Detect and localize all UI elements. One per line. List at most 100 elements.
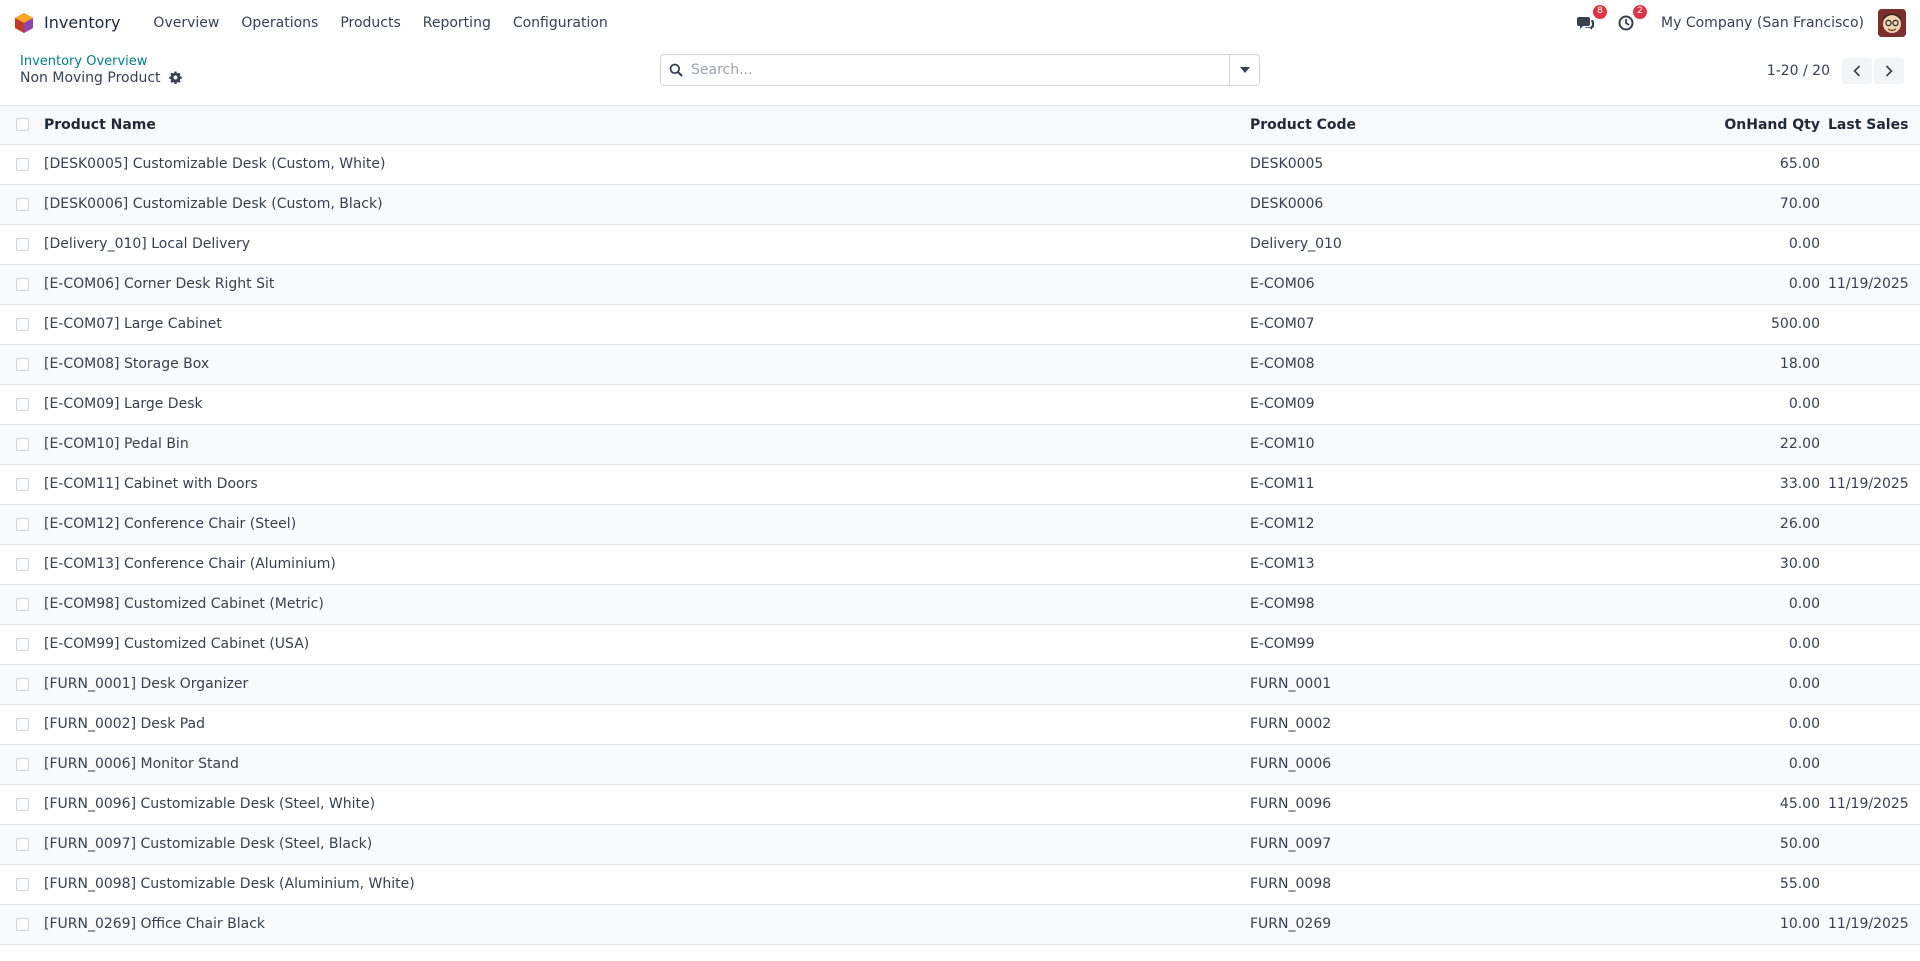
activities-button[interactable]: 2	[1615, 4, 1648, 34]
product-name-cell[interactable]: [E-COM13] Conference Chair (Aluminium)	[44, 544, 1250, 584]
row-checkbox[interactable]	[16, 357, 29, 371]
table-row[interactable]: [E-COM07] Large Cabinet E-COM07 500.00	[0, 304, 1920, 344]
table-row[interactable]: [FURN_0097] Customizable Desk (Steel, Bl…	[0, 824, 1920, 864]
table-row[interactable]: [E-COM99] Customized Cabinet (USA) E-COM9…	[0, 624, 1920, 664]
menu-reporting[interactable]: Reporting	[412, 15, 502, 31]
row-checkbox[interactable]	[16, 637, 29, 651]
onhand-qty-cell[interactable]: 30.00	[1630, 544, 1828, 584]
product-name-cell[interactable]: [E-COM06] Corner Desk Right Sit	[44, 264, 1250, 304]
product-name-cell[interactable]: [E-COM09] Large Desk	[44, 384, 1250, 424]
header-onhand-qty[interactable]: OnHand Qty	[1630, 106, 1828, 144]
row-checkbox[interactable]	[16, 917, 29, 931]
row-checkbox[interactable]	[16, 157, 29, 171]
table-row[interactable]: [E-COM13] Conference Chair (Aluminium) E-…	[0, 544, 1920, 584]
onhand-qty-cell[interactable]: 26.00	[1630, 504, 1828, 544]
onhand-qty-cell[interactable]: 0.00	[1630, 624, 1828, 664]
row-checkbox[interactable]	[16, 797, 29, 811]
product-code-cell[interactable]: DESK0006	[1250, 184, 1630, 224]
product-code-cell[interactable]: E-COM06	[1250, 264, 1630, 304]
last-sales-cell[interactable]	[1828, 584, 1920, 624]
table-row[interactable]: [E-COM11] Cabinet with Doors E-COM11 33.00…	[0, 464, 1920, 504]
row-checkbox[interactable]	[16, 277, 29, 291]
table-row[interactable]: [E-COM06] Corner Desk Right Sit E-COM06 0.…	[0, 264, 1920, 304]
table-row[interactable]: [E-COM10] Pedal Bin E-COM10 22.00	[0, 424, 1920, 464]
onhand-qty-cell[interactable]: 18.00	[1630, 344, 1828, 384]
gear-icon[interactable]	[168, 71, 183, 85]
row-checkbox[interactable]	[16, 677, 29, 691]
product-name-cell[interactable]: [E-COM12] Conference Chair (Steel)	[44, 504, 1250, 544]
last-sales-cell[interactable]	[1828, 504, 1920, 544]
company-switcher[interactable]: My Company (San Francisco)	[1661, 15, 1864, 31]
pager-previous-button[interactable]	[1842, 58, 1872, 84]
product-code-cell[interactable]: E-COM98	[1250, 584, 1630, 624]
last-sales-cell[interactable]	[1828, 624, 1920, 664]
product-code-cell[interactable]: E-COM12	[1250, 504, 1630, 544]
product-name-cell[interactable]: [E-COM11] Cabinet with Doors	[44, 464, 1250, 504]
row-checkbox[interactable]	[16, 237, 29, 251]
table-row[interactable]: [E-COM12] Conference Chair (Steel) E-COM1…	[0, 504, 1920, 544]
onhand-qty-cell[interactable]: 0.00	[1630, 224, 1828, 264]
product-code-cell[interactable]: E-COM11	[1250, 464, 1630, 504]
app-name[interactable]: Inventory	[44, 13, 120, 32]
row-checkbox[interactable]	[16, 597, 29, 611]
table-row[interactable]: [FURN_0002] Desk Pad FURN_0002 0.00	[0, 704, 1920, 744]
product-name-cell[interactable]: [FURN_0269] Office Chair Black	[44, 904, 1250, 944]
row-checkbox[interactable]	[16, 717, 29, 731]
table-row[interactable]: [E-COM08] Storage Box E-COM08 18.00	[0, 344, 1920, 384]
onhand-qty-cell[interactable]: 33.00	[1630, 464, 1828, 504]
product-name-cell[interactable]: [Delivery_010] Local Delivery	[44, 224, 1250, 264]
product-name-cell[interactable]: [E-COM08] Storage Box	[44, 344, 1250, 384]
table-row[interactable]: [E-COM98] Customized Cabinet (Metric) E-C…	[0, 584, 1920, 624]
last-sales-cell[interactable]	[1828, 184, 1920, 224]
search-input[interactable]	[691, 55, 1229, 85]
product-code-cell[interactable]: FURN_0098	[1250, 864, 1630, 904]
last-sales-cell[interactable]: 11/19/2025	[1828, 464, 1920, 504]
onhand-qty-cell[interactable]: 0.00	[1630, 664, 1828, 704]
table-row[interactable]: [FURN_0096] Customizable Desk (Steel, Wh…	[0, 784, 1920, 824]
onhand-qty-cell[interactable]: 65.00	[1630, 144, 1828, 184]
product-code-cell[interactable]: FURN_0002	[1250, 704, 1630, 744]
row-checkbox[interactable]	[16, 757, 29, 771]
search-options-toggle[interactable]	[1229, 55, 1259, 85]
product-name-cell[interactable]: [FURN_0096] Customizable Desk (Steel, Wh…	[44, 784, 1250, 824]
menu-operations[interactable]: Operations	[230, 15, 329, 31]
breadcrumb-inventory-overview[interactable]: Inventory Overview	[20, 54, 183, 69]
last-sales-cell[interactable]	[1828, 544, 1920, 584]
messages-button[interactable]: 8	[1575, 4, 1608, 34]
row-checkbox[interactable]	[16, 837, 29, 851]
last-sales-cell[interactable]: 11/19/2025	[1828, 784, 1920, 824]
pager-value[interactable]: 1-20 / 20	[1767, 63, 1830, 79]
onhand-qty-cell[interactable]: 0.00	[1630, 704, 1828, 744]
product-name-cell[interactable]: [E-COM98] Customized Cabinet (Metric)	[44, 584, 1250, 624]
select-all-checkbox[interactable]	[16, 118, 29, 132]
product-name-cell[interactable]: [E-COM07] Large Cabinet	[44, 304, 1250, 344]
onhand-qty-cell[interactable]: 22.00	[1630, 424, 1828, 464]
last-sales-cell[interactable]: 11/19/2025	[1828, 904, 1920, 944]
product-name-cell[interactable]: [E-COM10] Pedal Bin	[44, 424, 1250, 464]
last-sales-cell[interactable]	[1828, 224, 1920, 264]
onhand-qty-cell[interactable]: 500.00	[1630, 304, 1828, 344]
row-checkbox[interactable]	[16, 437, 29, 451]
pager-next-button[interactable]	[1874, 58, 1904, 84]
table-row[interactable]: [FURN_0098] Customizable Desk (Aluminium…	[0, 864, 1920, 904]
table-row[interactable]: [FURN_0006] Monitor Stand FURN_0006 0.00	[0, 744, 1920, 784]
product-name-cell[interactable]: [FURN_0097] Customizable Desk (Steel, Bl…	[44, 824, 1250, 864]
last-sales-cell[interactable]	[1828, 384, 1920, 424]
product-code-cell[interactable]: E-COM10	[1250, 424, 1630, 464]
onhand-qty-cell[interactable]: 0.00	[1630, 384, 1828, 424]
row-checkbox[interactable]	[16, 477, 29, 491]
last-sales-cell[interactable]	[1828, 304, 1920, 344]
last-sales-cell[interactable]	[1828, 144, 1920, 184]
last-sales-cell[interactable]	[1828, 824, 1920, 864]
onhand-qty-cell[interactable]: 50.00	[1630, 824, 1828, 864]
onhand-qty-cell[interactable]: 0.00	[1630, 264, 1828, 304]
product-name-cell[interactable]: [DESK0005] Customizable Desk (Custom, Wh…	[44, 144, 1250, 184]
product-code-cell[interactable]: E-COM07	[1250, 304, 1630, 344]
product-code-cell[interactable]: Delivery_010	[1250, 224, 1630, 264]
onhand-qty-cell[interactable]: 55.00	[1630, 864, 1828, 904]
product-name-cell[interactable]: [DESK0006] Customizable Desk (Custom, Bl…	[44, 184, 1250, 224]
product-name-cell[interactable]: [FURN_0006] Monitor Stand	[44, 744, 1250, 784]
product-code-cell[interactable]: FURN_0096	[1250, 784, 1630, 824]
last-sales-cell[interactable]	[1828, 744, 1920, 784]
onhand-qty-cell[interactable]: 70.00	[1630, 184, 1828, 224]
